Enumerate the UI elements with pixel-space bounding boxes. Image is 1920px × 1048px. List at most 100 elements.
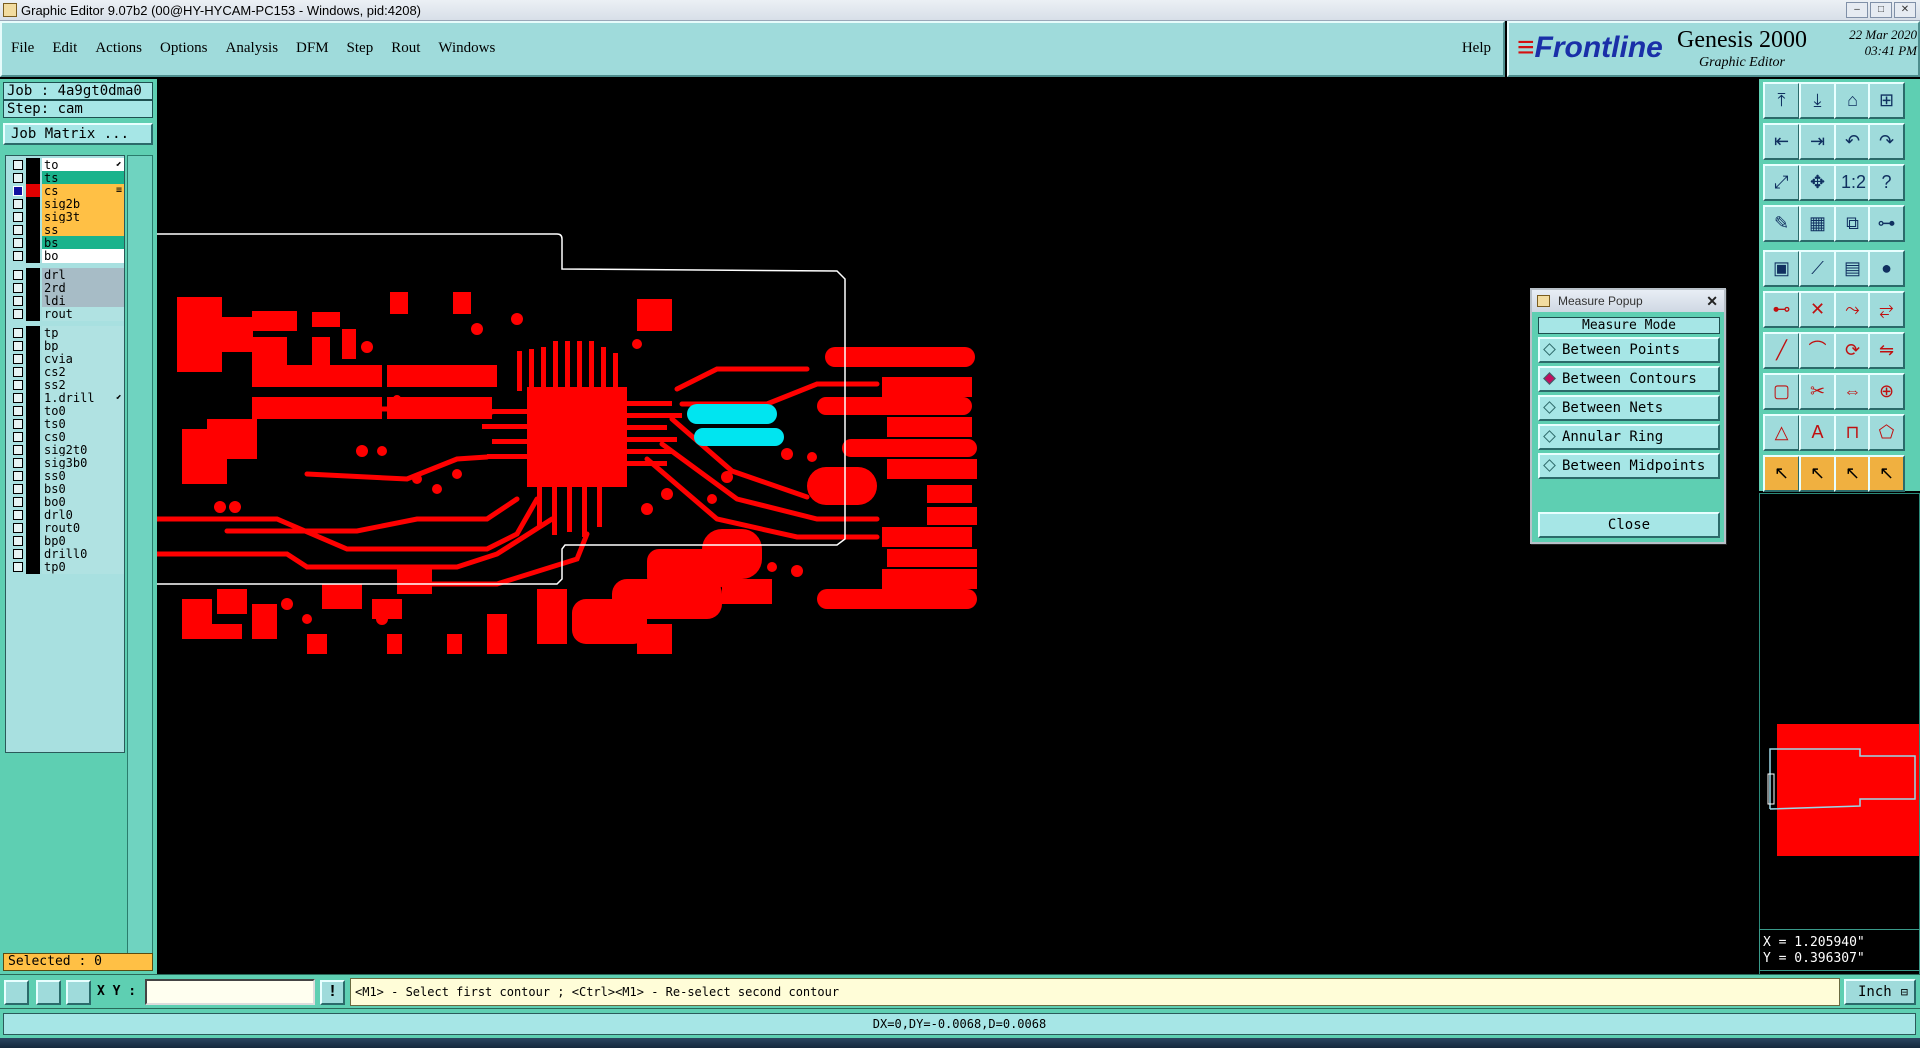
- grid-icon[interactable]: ▦: [1799, 205, 1836, 242]
- layer-checkbox[interactable]: [13, 328, 23, 338]
- layer-name[interactable]: ldi: [42, 294, 124, 308]
- layer-checkbox[interactable]: [13, 510, 23, 520]
- layer-row-sig2t0[interactable]: sig2t0: [8, 443, 124, 457]
- triangle-icon[interactable]: △: [1763, 414, 1800, 451]
- line-icon[interactable]: ⟋: [1799, 250, 1836, 287]
- layer-checkbox[interactable]: [13, 296, 23, 306]
- zoom-fit-icon[interactable]: ⤢: [1763, 164, 1800, 201]
- layer-name[interactable]: rout0: [42, 521, 124, 535]
- pan-right-icon[interactable]: ⇥: [1799, 123, 1836, 160]
- layer-checkbox[interactable]: [13, 212, 23, 222]
- layer-checkbox[interactable]: [13, 251, 23, 261]
- layer-color-swatch[interactable]: [26, 365, 40, 379]
- layer-row-drill0[interactable]: drill0: [8, 547, 124, 561]
- layer-name[interactable]: rout: [42, 307, 124, 321]
- layer-checkbox[interactable]: [13, 173, 23, 183]
- connect-icon[interactable]: ⊷: [1763, 291, 1800, 328]
- job-matrix-button[interactable]: Job Matrix ...: [3, 123, 153, 145]
- layer-row-cvia[interactable]: cvia: [8, 352, 124, 366]
- layer-color-swatch[interactable]: [26, 391, 40, 405]
- layer-color-swatch[interactable]: [26, 482, 40, 496]
- pointer-move-icon[interactable]: ↖: [1868, 455, 1905, 492]
- redo-icon[interactable]: ↷: [1868, 123, 1905, 160]
- draw-line-icon[interactable]: ╱: [1763, 332, 1800, 369]
- minimize-button[interactable]: –: [1846, 2, 1868, 18]
- layer-checkbox[interactable]: [13, 406, 23, 416]
- layer-color-swatch[interactable]: [26, 547, 40, 561]
- layer-row-ss2[interactable]: ss2: [8, 378, 124, 392]
- layer-color-swatch[interactable]: [26, 560, 40, 574]
- grid-icon[interactable]: [66, 980, 91, 1005]
- cut-icon[interactable]: ✂: [1799, 373, 1836, 410]
- layer-name[interactable]: bp0: [42, 534, 124, 548]
- layer-row-sig3b0[interactable]: sig3b0: [8, 456, 124, 470]
- layer-row-drl[interactable]: drl: [8, 268, 124, 282]
- menu-options[interactable]: Options: [151, 40, 217, 57]
- snap-icon[interactable]: ✎: [1763, 205, 1800, 242]
- copy-icon[interactable]: ⥂: [1868, 291, 1905, 328]
- layer-row-bp0[interactable]: bp0: [8, 534, 124, 548]
- menu-file[interactable]: File: [2, 40, 43, 57]
- layer-name[interactable]: to0: [42, 404, 124, 418]
- layer-name[interactable]: tp: [42, 326, 124, 340]
- layer-row-rout[interactable]: rout: [8, 307, 124, 321]
- layer-checkbox[interactable]: [13, 562, 23, 572]
- layer-row-1-drill[interactable]: 1.drill ⬋: [8, 391, 124, 405]
- polygon-icon[interactable]: ⬠: [1868, 414, 1905, 451]
- option-annular-ring[interactable]: Annular Ring: [1538, 424, 1720, 450]
- save-icon[interactable]: ⤓: [1799, 82, 1836, 119]
- layer-color-swatch[interactable]: [26, 495, 40, 509]
- menu-windows[interactable]: Windows: [429, 40, 504, 57]
- layer-color-swatch[interactable]: [26, 521, 40, 535]
- group-icon[interactable]: ⊕: [1868, 373, 1905, 410]
- pattern-icon[interactable]: ▤: [1834, 250, 1871, 287]
- menu-dfm[interactable]: DFM: [287, 40, 338, 57]
- layer-row-bs0[interactable]: bs0: [8, 482, 124, 496]
- layer-row-drl0[interactable]: drl0: [8, 508, 124, 522]
- layer-color-swatch[interactable]: [26, 352, 40, 366]
- measure-icon[interactable]: [36, 980, 61, 1005]
- layer-color-swatch[interactable]: [26, 456, 40, 470]
- layer-color-swatch[interactable]: [26, 307, 40, 321]
- layer-name[interactable]: to ⬋: [42, 158, 124, 172]
- layer-row-to0[interactable]: to0: [8, 404, 124, 418]
- layer-checkbox[interactable]: [13, 160, 23, 170]
- layer-row-ts[interactable]: ts: [8, 171, 124, 185]
- resize-icon[interactable]: ⇔: [1834, 373, 1871, 410]
- layer-row-ldi[interactable]: ldi: [8, 294, 124, 308]
- layout-icon[interactable]: ⊞: [1868, 82, 1905, 119]
- layer-checkbox[interactable]: [13, 238, 23, 248]
- layer-name[interactable]: 1.drill ⬋: [42, 391, 124, 405]
- layer-row-tp[interactable]: tp: [8, 326, 124, 340]
- layer-checkbox[interactable]: [13, 536, 23, 546]
- layer-panel-scrollbar[interactable]: [127, 155, 153, 967]
- pointer-select-icon[interactable]: ↖: [1799, 455, 1836, 492]
- layer-checkbox[interactable]: [13, 549, 23, 559]
- layer-checkbox[interactable]: [13, 270, 23, 280]
- layer-name[interactable]: ss0: [42, 469, 124, 483]
- layer-color-swatch[interactable]: [26, 469, 40, 483]
- layer-color-swatch[interactable]: [26, 249, 40, 263]
- menu-actions[interactable]: Actions: [86, 40, 151, 57]
- layer-name[interactable]: cs ≡: [42, 184, 124, 198]
- selected-contours[interactable]: [687, 404, 784, 446]
- layer-checkbox[interactable]: [13, 367, 23, 377]
- pan-left-icon[interactable]: ⇤: [1763, 123, 1800, 160]
- layer-name[interactable]: sig2b: [42, 197, 124, 211]
- pointer-zoom-icon[interactable]: ↖: [1834, 455, 1871, 492]
- layer-row-ss0[interactable]: ss0: [8, 469, 124, 483]
- layer-name[interactable]: tp0: [42, 560, 124, 574]
- unit-selector[interactable]: Inch ⊟: [1844, 979, 1916, 1005]
- layer-checkbox[interactable]: [13, 283, 23, 293]
- pcb-view[interactable]: [128, 79, 1757, 974]
- scale-icon[interactable]: 1:2: [1834, 164, 1871, 201]
- zoom-home-icon[interactable]: ✥: [1799, 164, 1836, 201]
- layer-row-cs0[interactable]: cs0: [8, 430, 124, 444]
- layer-color-swatch[interactable]: [26, 171, 40, 185]
- menu-step[interactable]: Step: [338, 40, 383, 57]
- popup-close-icon[interactable]: ✕: [1706, 290, 1718, 312]
- layer-color-swatch[interactable]: [26, 294, 40, 308]
- layer-row-cs[interactable]: cs ≡: [8, 184, 124, 198]
- layer-checkbox[interactable]: [13, 225, 23, 235]
- layer-name[interactable]: bs0: [42, 482, 124, 496]
